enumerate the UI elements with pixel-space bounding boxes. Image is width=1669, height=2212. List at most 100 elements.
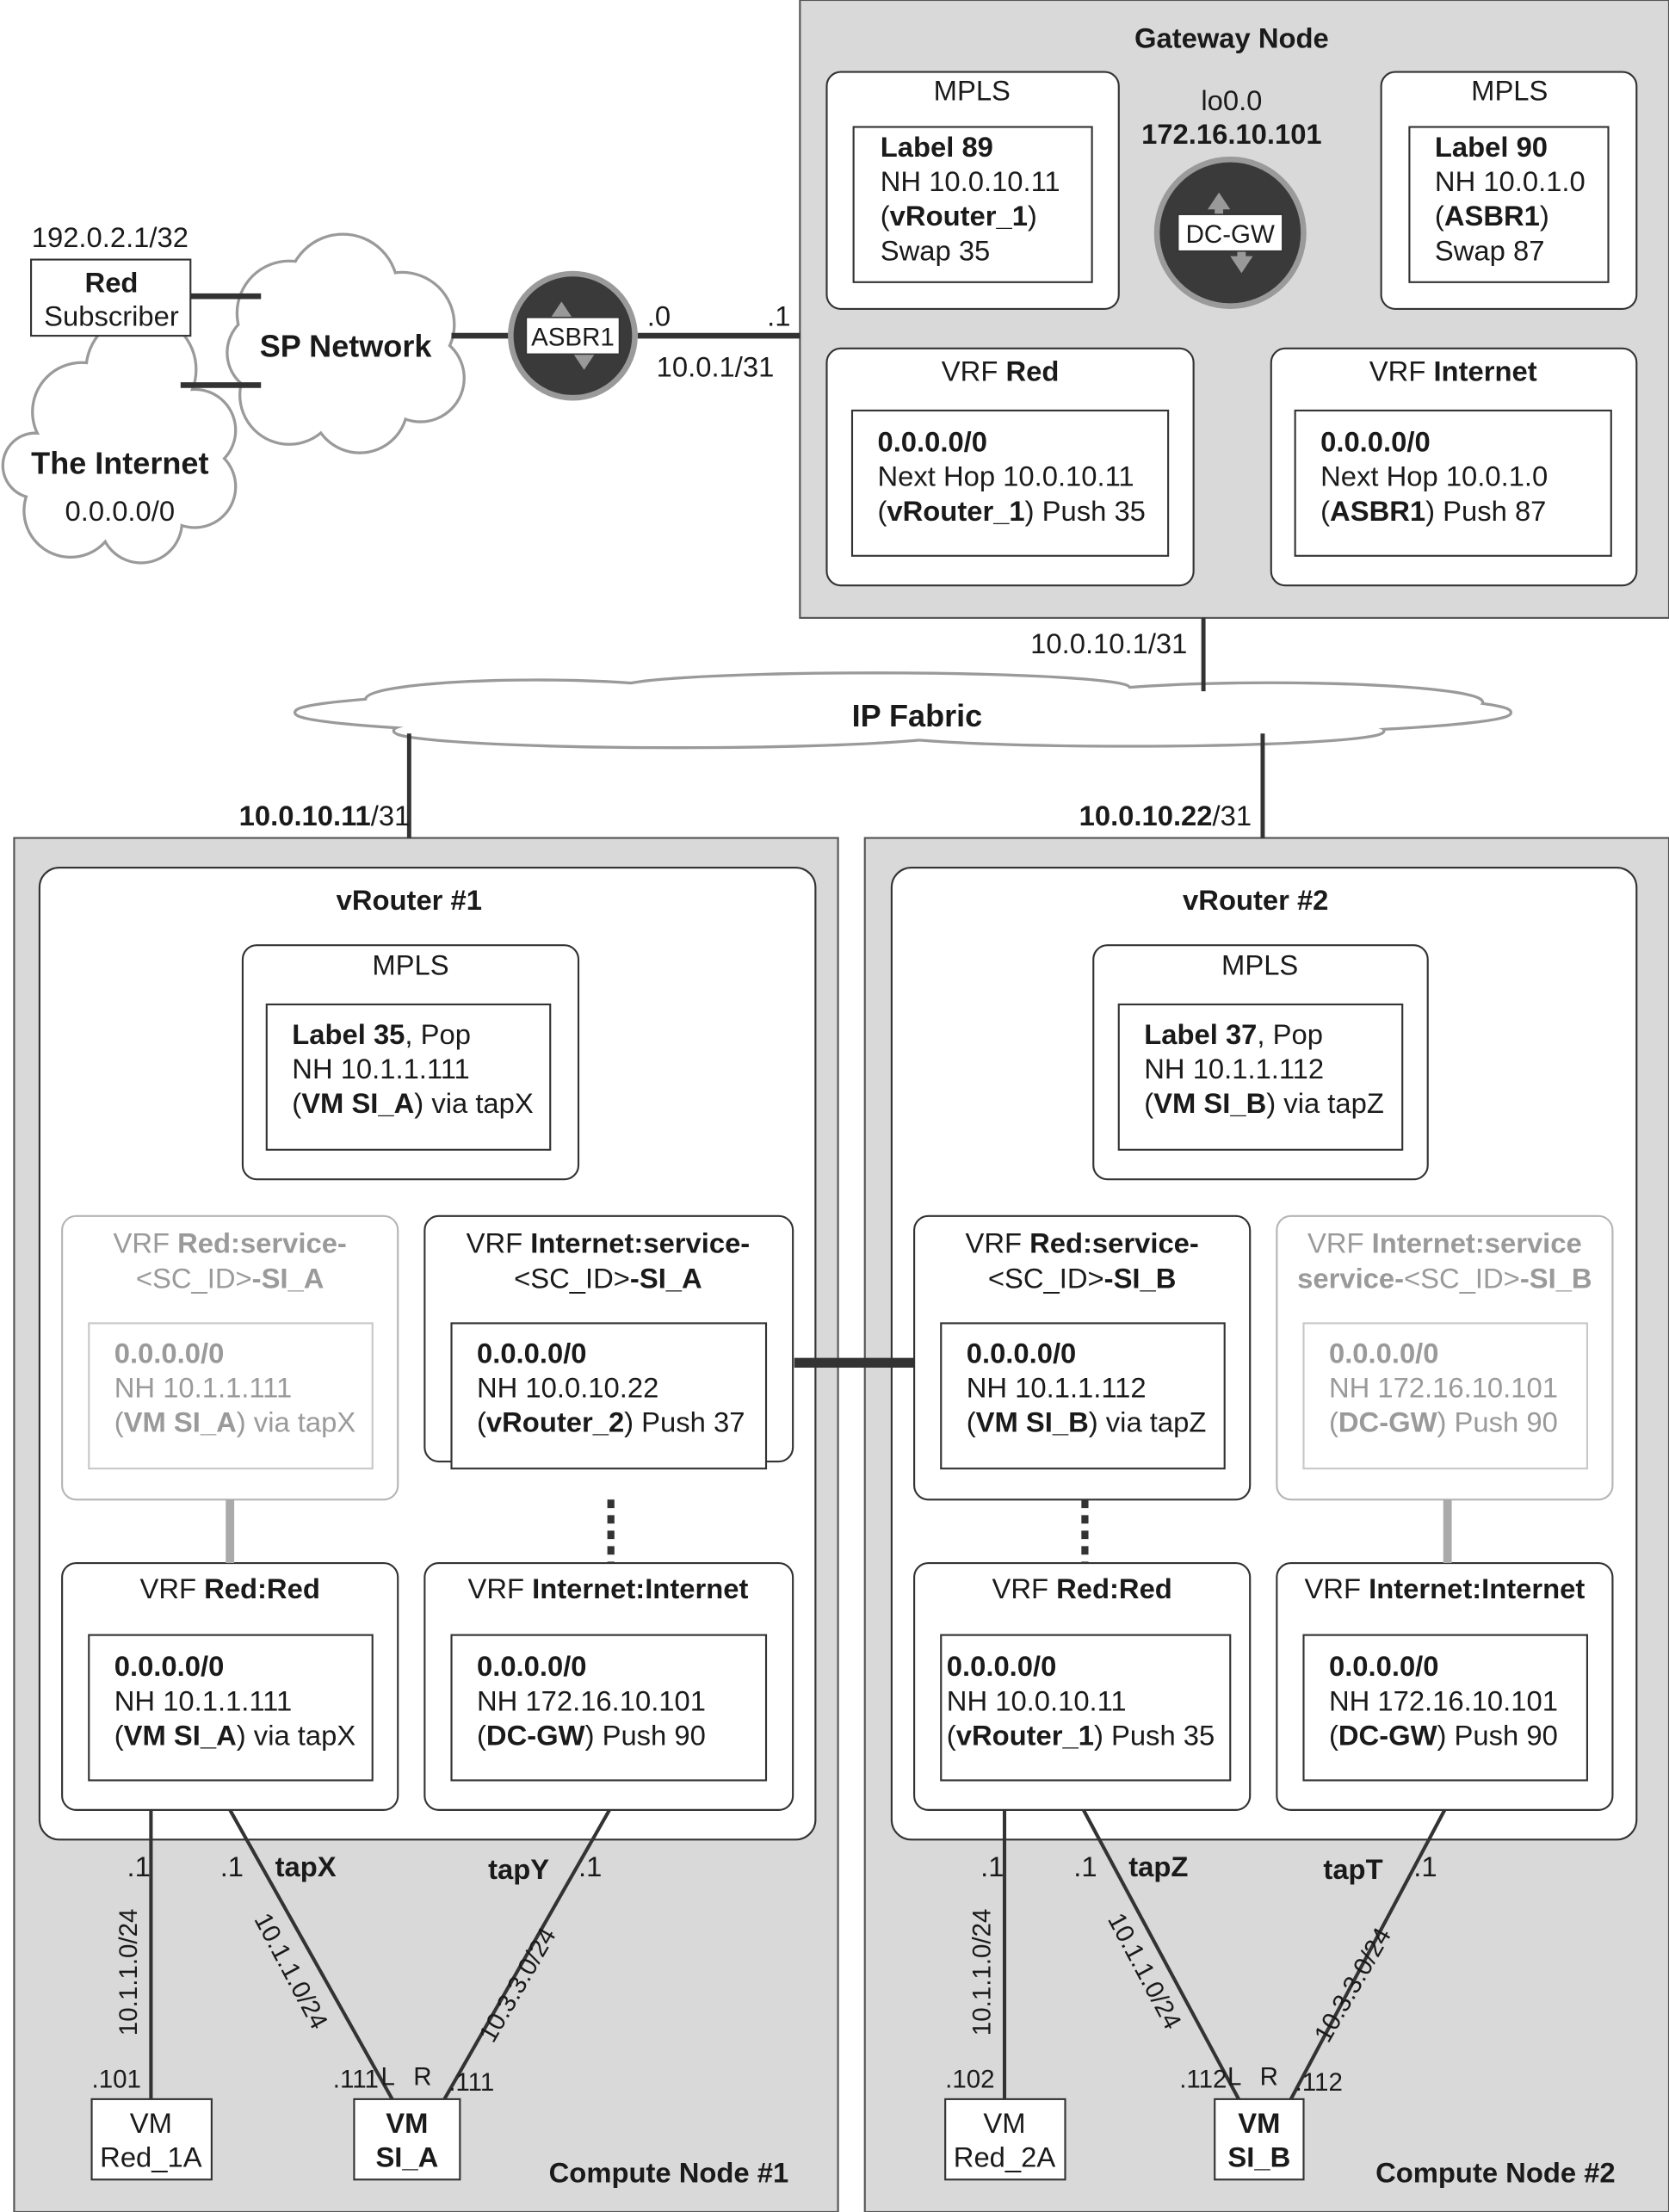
vrouter2-vrf-internet-service-line: NH 172.16.10.101	[1329, 1371, 1558, 1403]
vrouter2-vrf-internet-service-title: service-<SC_ID>-SI_B	[1297, 1262, 1592, 1294]
text-segment: NH 10.0.1.0	[1435, 165, 1586, 197]
vrouter1-vrf-red-red-line: NH 10.1.1.111	[114, 1684, 292, 1716]
text-segment: Red	[1005, 355, 1059, 387]
text-segment: ) Push 35	[1094, 1719, 1215, 1751]
compute-node-2-title: Compute Node #2	[1375, 2157, 1616, 2189]
uplink-mask: /31	[371, 800, 411, 831]
text-segment: VM SI_A	[124, 1719, 237, 1751]
dc-gw-router-icon-label: DC-GW	[1186, 220, 1275, 249]
gateway-vrf-red-title: VRF Red	[942, 355, 1060, 387]
compute-node-2-right-interface: R	[1260, 2062, 1278, 2091]
text-segment: (	[947, 1719, 956, 1751]
vrouter1-title: vRouter #1	[337, 884, 482, 916]
compute-node-1-tap-left-vm-addr: .111	[333, 2066, 379, 2094]
text-segment: Red:service-	[177, 1226, 347, 1258]
text-segment: VRF	[1369, 355, 1434, 387]
compute-node-2-red-vm-addr: .102	[945, 2066, 994, 2094]
gateway-mpls-right-line: NH 10.0.1.0	[1435, 165, 1586, 197]
text-segment: NH 172.16.10.101	[1329, 1684, 1558, 1716]
text-segment: VRF	[992, 1572, 1056, 1604]
text-segment: Label 37	[1144, 1018, 1257, 1050]
vrouter2-vrf-red-service-title: VRF Red:service-	[965, 1226, 1198, 1258]
text-segment: NH 10.1.1.111	[292, 1053, 469, 1084]
gateway-mpls-left-line: NH 10.0.10.11	[881, 165, 1060, 197]
text-segment: ) Push 90	[1437, 1406, 1558, 1438]
vrouter1-mpls-line: (VM SI_A) via tapX	[292, 1087, 534, 1119]
text-segment: MPLS	[1471, 74, 1548, 106]
text-segment: NH 10.1.1.112	[1144, 1053, 1324, 1084]
text-segment: VRF	[965, 1226, 1029, 1258]
vrouter1-vrf-internet-service-title: VRF Internet:service-	[467, 1226, 751, 1258]
text-segment: vRouter_1	[956, 1719, 1094, 1751]
vrouter2-vrf-internet-internet-line: (DC-GW) Push 90	[1329, 1719, 1558, 1751]
vrouter2-vrf-internet-internet-line: 0.0.0.0/0	[1329, 1650, 1439, 1682]
text-segment: Label 89	[881, 131, 993, 163]
text-segment: (	[114, 1406, 124, 1438]
text-segment: NH 10.1.1.111	[114, 1371, 292, 1403]
text-segment: , Pop	[405, 1018, 471, 1050]
text-segment: ) Push 35	[1025, 495, 1146, 527]
text-segment: (	[1320, 495, 1330, 527]
text-segment: Red:Red	[204, 1572, 320, 1604]
text-segment: 0.0.0.0/0	[1329, 1650, 1439, 1682]
uplink-mask: /31	[1213, 800, 1252, 831]
text-segment: , Pop	[1257, 1018, 1323, 1050]
text-segment: 0.0.0.0/0	[1320, 425, 1431, 457]
text-segment: ASBR1	[1444, 200, 1540, 232]
text-segment: (	[881, 200, 890, 232]
gateway-vrf-internet-line: 0.0.0.0/0	[1320, 425, 1431, 457]
text-segment: 0.0.0.0/0	[967, 1337, 1077, 1369]
compute-node-2-tap-right-gw: .1	[1413, 1851, 1437, 1882]
text-segment: ASBR1	[1330, 495, 1425, 527]
vrouter2-vrf-red-red-line: NH 10.0.10.11	[947, 1684, 1127, 1716]
gateway-mpls-right-line: Swap 87	[1435, 234, 1545, 266]
compute-node-2-uplink: 10.0.10.22/31	[1079, 800, 1252, 831]
sp-network-label: SP Network	[260, 329, 433, 364]
text-segment: DC-GW	[1338, 1406, 1437, 1438]
compute-node-1-tap-right-gw: .1	[578, 1851, 602, 1882]
text-segment: ) Push 37	[624, 1406, 745, 1438]
compute-node-2-red-gw: .1	[980, 1851, 1004, 1882]
vrouter2-vrf-red-red-title: VRF Red:Red	[992, 1572, 1171, 1604]
compute-node-1-vm-si-line1: VM	[386, 2107, 428, 2139]
gateway-mpls-right-title: MPLS	[1471, 74, 1548, 106]
text-segment: 0.0.0.0/0	[477, 1337, 587, 1369]
vrouter2-vrf-red-service-line: 0.0.0.0/0	[967, 1337, 1077, 1369]
text-segment: VM SI_A	[301, 1087, 414, 1119]
compute-node-1-left-interface: L	[381, 2062, 395, 2091]
text-segment: 0.0.0.0/0	[1329, 1337, 1439, 1369]
text-segment: (	[1329, 1719, 1338, 1751]
vrouter1-vrf-internet-service-line: (vRouter_2) Push 37	[477, 1406, 745, 1438]
subscriber-name: Red	[85, 266, 139, 298]
text-segment: NH 10.1.1.111	[114, 1684, 292, 1716]
text-segment: (	[114, 1719, 124, 1751]
vrouter1-vrf-red-service-line: (VM SI_A) via tapX	[114, 1406, 356, 1438]
vrouter1-vrf-internet-service-title: <SC_ID>-SI_A	[514, 1262, 702, 1294]
text-segment: service-	[1297, 1262, 1404, 1294]
vrouter2-vrf-red-red-line: 0.0.0.0/0	[947, 1650, 1057, 1682]
text-segment: VRF	[468, 1572, 533, 1604]
compute-node-1-vm-red-line1: VM	[130, 2107, 172, 2139]
gateway-vrf-internet-line: Next Hop 10.0.1.0	[1320, 460, 1548, 492]
asbr1-subnet: 10.0.1/31	[657, 351, 775, 383]
text-segment: )	[1028, 200, 1037, 232]
text-segment: NH 10.0.10.22	[477, 1371, 658, 1403]
compute-node-1-vm-red-line2: Red_1A	[100, 2141, 202, 2173]
text-segment: VM SI_B	[1153, 1087, 1266, 1119]
text-segment: VRF	[467, 1226, 531, 1258]
compute-node-1-tap-right-vm-addr: .111	[448, 2068, 494, 2097]
vrouter1-vrf-internet-service-line: NH 10.0.10.22	[477, 1371, 658, 1403]
text-segment: Red:Red	[1056, 1572, 1172, 1604]
text-segment: Swap 35	[881, 234, 991, 266]
text-segment: MPLS	[372, 949, 448, 981]
vrouter1-vrf-red-service-title: VRF Red:service-	[114, 1226, 347, 1258]
text-segment: Label 35	[292, 1018, 405, 1050]
gateway-mpls-right-line: Label 90	[1435, 131, 1548, 163]
text-segment: ) Push 90	[1437, 1719, 1558, 1751]
text-segment: NH 172.16.10.101	[477, 1684, 706, 1716]
compute-node-2-tap-left-vm-addr: .112	[1179, 2066, 1227, 2094]
text-segment: vRouter_2	[486, 1406, 624, 1438]
loopback-name: lo0.0	[1201, 84, 1262, 116]
text-segment: Red:service-	[1029, 1226, 1199, 1258]
vrouter1-vrf-red-service-line: NH 10.1.1.111	[114, 1371, 292, 1403]
